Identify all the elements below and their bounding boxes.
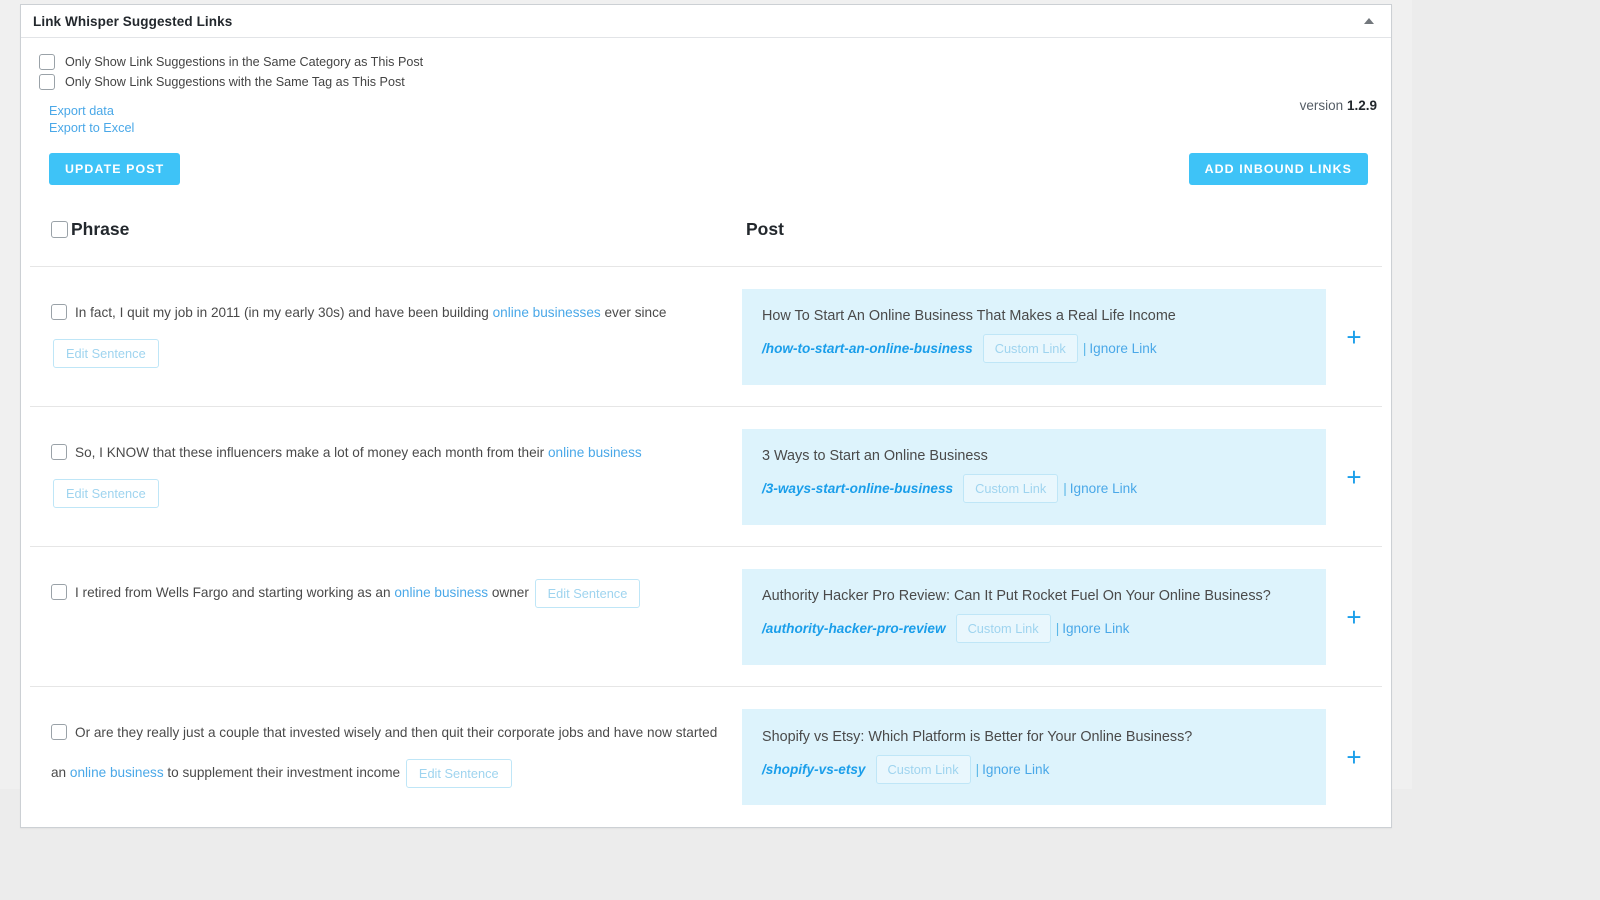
table-row: Or are they really just a couple that in… xyxy=(30,687,1382,827)
post-cell: Authority Hacker Pro Review: Can It Put … xyxy=(742,547,1382,686)
table-body: In fact, I quit my job in 2011 (in my ea… xyxy=(30,267,1382,827)
plus-icon[interactable]: + xyxy=(1326,464,1382,490)
metabox-body: Only Show Link Suggestions in the Same C… xyxy=(21,38,1391,827)
phrase-cell: In fact, I quit my job in 2011 (in my ea… xyxy=(30,267,742,406)
post-suggestion-card: Authority Hacker Pro Review: Can It Put … xyxy=(742,568,1326,665)
plus-icon[interactable]: + xyxy=(1326,604,1382,630)
ignore-link-button[interactable]: Ignore Link xyxy=(982,762,1049,777)
custom-link-button[interactable]: Custom Link xyxy=(963,474,1059,503)
row-select-checkbox[interactable] xyxy=(51,304,67,320)
post-title: Shopify vs Etsy: Which Platform is Bette… xyxy=(762,728,1193,745)
metabox-header: Link Whisper Suggested Links xyxy=(21,5,1391,38)
ignore-link-button[interactable]: Ignore Link xyxy=(1089,341,1156,356)
action-separator: | xyxy=(1063,481,1067,496)
custom-link-button[interactable]: Custom Link xyxy=(875,754,971,784)
post-title: How To Start An Online Business That Mak… xyxy=(762,308,1176,324)
table-header-row: Phrase Post xyxy=(30,219,1382,267)
post-header-label: Post xyxy=(746,219,784,239)
post-suggestion-card: Shopify vs Etsy: Which Platform is Bette… xyxy=(742,709,1326,805)
filter-same-category[interactable]: Only Show Link Suggestions in the Same C… xyxy=(30,52,1382,71)
phrase-keyword-link[interactable]: online business xyxy=(548,445,642,460)
edit-sentence-button[interactable]: Edit Sentence xyxy=(53,478,159,508)
panel-title: Link Whisper Suggested Links xyxy=(33,13,233,29)
post-actions: /authority-hacker-pro-review Custom Link |… xyxy=(762,614,1306,643)
post-actions: /shopify-vs-etsy Custom Link | Ignore Link xyxy=(762,754,1306,784)
post-actions: /3-ways-start-online-business Custom Link… xyxy=(762,474,1306,503)
phrase-keyword-link[interactable]: online business xyxy=(70,765,164,780)
suggestions-table: Phrase Post In fact, I quit my job in 20… xyxy=(30,219,1382,827)
post-actions: /how-to-start-an-online-business Custom L… xyxy=(762,334,1306,363)
post-slug-link[interactable]: /shopify-vs-etsy xyxy=(762,762,866,777)
row-select-checkbox[interactable] xyxy=(51,724,67,740)
edit-sentence-button[interactable]: Edit Sentence xyxy=(534,578,641,608)
post-cell: How To Start An Online Business That Mak… xyxy=(742,267,1382,406)
post-title: Authority Hacker Pro Review: Can It Put … xyxy=(762,588,1271,604)
phrase-text: I retired from Wells Fargo and starting … xyxy=(51,573,728,613)
action-button-row: UPDATE POST ADD INBOUND LINKS xyxy=(30,153,1382,185)
edit-sentence-button[interactable]: Edit Sentence xyxy=(53,338,159,368)
phrase-cell: I retired from Wells Fargo and starting … xyxy=(30,547,742,686)
post-cell: 3 Ways to Start an Online Business/3-way… xyxy=(742,407,1382,546)
phrase-text: So, I KNOW that these influencers make a… xyxy=(51,433,728,513)
screen: Link Whisper Suggested Links Only Show L… xyxy=(0,0,1600,900)
plus-icon[interactable]: + xyxy=(1326,744,1382,770)
ignore-link-button[interactable]: Ignore Link xyxy=(1070,481,1137,496)
ignore-link-button[interactable]: Ignore Link xyxy=(1062,621,1129,636)
export-data-link[interactable]: Export data xyxy=(49,103,1382,120)
select-all-checkbox[interactable] xyxy=(51,221,68,238)
post-cell: Shopify vs Etsy: Which Platform is Bette… xyxy=(742,687,1382,827)
filter-checkbox-group: Only Show Link Suggestions in the Same C… xyxy=(30,52,1382,91)
custom-link-button[interactable]: Custom Link xyxy=(982,334,1078,363)
same-category-checkbox[interactable] xyxy=(39,53,55,70)
post-suggestion-card: 3 Ways to Start an Online Business/3-way… xyxy=(742,428,1326,525)
add-inbound-links-button[interactable]: ADD INBOUND LINKS xyxy=(1188,153,1368,185)
action-separator: | xyxy=(1055,621,1060,636)
custom-link-button[interactable]: Custom Link xyxy=(955,614,1051,643)
same-tag-label: Only Show Link Suggestions with the Same… xyxy=(65,74,405,89)
table-row: In fact, I quit my job in 2011 (in my ea… xyxy=(30,267,1382,407)
phrase-column-header: Phrase xyxy=(30,219,742,240)
phrase-header-label: Phrase xyxy=(71,219,130,239)
phrase-cell: Or are they really just a couple that in… xyxy=(30,687,742,827)
phrase-cell: So, I KNOW that these influencers make a… xyxy=(30,407,742,546)
version-indicator: version 1.2.9 xyxy=(1300,98,1377,113)
row-select-checkbox[interactable] xyxy=(51,584,67,600)
same-category-label: Only Show Link Suggestions in the Same C… xyxy=(65,54,424,69)
phrase-prefix: So, I KNOW that these influencers make a… xyxy=(75,445,548,460)
row-select-checkbox[interactable] xyxy=(51,444,67,460)
table-row: So, I KNOW that these influencers make a… xyxy=(30,407,1382,547)
version-label: version xyxy=(1299,98,1344,113)
post-slug-link[interactable]: /3-ways-start-online-business xyxy=(762,481,953,496)
phrase-suffix: to supplement their investment income xyxy=(163,765,404,780)
phrase-prefix: I retired from Wells Fargo and starting … xyxy=(75,585,395,600)
phrase-keyword-link[interactable]: online businesses xyxy=(493,305,601,320)
action-separator: | xyxy=(1082,341,1087,356)
table-row: I retired from Wells Fargo and starting … xyxy=(30,547,1382,687)
phrase-suffix: ever since xyxy=(600,305,667,320)
filter-same-tag[interactable]: Only Show Link Suggestions with the Same… xyxy=(30,72,1382,91)
post-title: 3 Ways to Start an Online Business xyxy=(762,448,988,464)
export-links: Export data Export to Excel xyxy=(49,103,1382,136)
update-post-button[interactable]: UPDATE POST xyxy=(49,153,181,185)
phrase-prefix: In fact, I quit my job in 2011 (in my ea… xyxy=(75,305,493,320)
version-number: 1.2.9 xyxy=(1346,98,1377,113)
plus-icon[interactable]: + xyxy=(1326,324,1382,350)
post-slug-link[interactable]: /how-to-start-an-online-business xyxy=(762,341,973,356)
post-slug-link[interactable]: /authority-hacker-pro-review xyxy=(762,621,946,636)
post-suggestion-card: How To Start An Online Business That Mak… xyxy=(742,288,1326,385)
export-to-excel-link[interactable]: Export to Excel xyxy=(49,120,1382,137)
same-tag-checkbox[interactable] xyxy=(39,73,55,90)
phrase-keyword-link[interactable]: online business xyxy=(394,585,488,600)
phrase-text: Or are they really just a couple that in… xyxy=(51,713,728,793)
phrase-suffix: owner xyxy=(488,585,533,600)
phrase-text: In fact, I quit my job in 2011 (in my ea… xyxy=(51,293,728,373)
chevron-up-icon[interactable] xyxy=(1359,11,1379,31)
link-whisper-metabox: Link Whisper Suggested Links Only Show L… xyxy=(20,4,1392,828)
edit-sentence-button[interactable]: Edit Sentence xyxy=(405,758,512,788)
action-separator: | xyxy=(975,761,980,777)
